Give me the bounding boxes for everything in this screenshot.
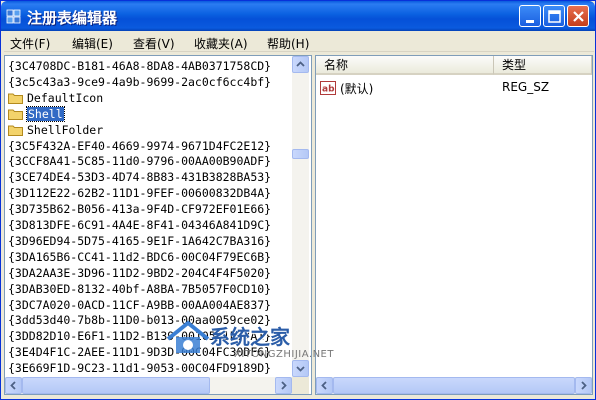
tree-item-label: {3C4708DC-B181-46A8-8DA8-4AB0371758CD} xyxy=(8,59,272,73)
tree-item-label: {3DC7A020-0ACD-11CF-A9BB-00AA004AE837} xyxy=(8,297,272,312)
tree-item[interactable]: {3C5F432A-EF40-4669-9974-9671D4FC2E12} xyxy=(8,139,271,154)
tree-item[interactable]: {3DA2AA3E-3D96-11D2-9BD2-204C4F4F5020} xyxy=(8,266,271,281)
tree-item-label: {3CCF8A41-5C85-11d0-9796-00AA00B90ADF} xyxy=(8,154,272,169)
value-name: (默认) xyxy=(340,82,374,96)
watermark-text: 系统之家 xyxy=(210,325,290,349)
registry-editor-icon xyxy=(6,9,21,24)
tree-item[interactable]: Shell xyxy=(8,105,65,122)
minimize-icon xyxy=(526,20,534,23)
values-scroll-right-button[interactable] xyxy=(575,377,592,394)
tree-item[interactable]: {3D813DFE-6C91-4A4E-8F41-04346A841D9C} xyxy=(8,218,271,233)
title-bar[interactable]: 注册表编辑器 xyxy=(1,1,595,31)
tree-item-label-selected: Shell xyxy=(26,105,65,122)
tree-item-label: {3D735B62-B056-413a-9F4D-CF972EF01E66} xyxy=(8,202,272,217)
folder-icon xyxy=(8,125,23,136)
site-watermark: 系统之家 XITONGZHIJIA.NET xyxy=(164,315,344,371)
tree-item[interactable]: {3D735B62-B056-413a-9F4D-CF972EF01E66} xyxy=(8,202,271,217)
menu-edit[interactable]: 编辑(E) xyxy=(72,35,113,52)
tree-item-label: {3C5F432A-EF40-4669-9974-9671D4FC2E12} xyxy=(8,138,272,153)
tree-item-label: ShellFolder xyxy=(27,122,104,137)
close-button[interactable] xyxy=(567,5,589,27)
horizontal-scroll-thumb[interactable] xyxy=(22,377,210,394)
tree-item[interactable]: ShellFolder xyxy=(8,123,103,138)
tree-item-label: {3c5c43a3-9ce9-4a9b-9699-2ac0cf6cc4bf} xyxy=(8,74,272,89)
values-pane[interactable]: 名称 类型 ab (默认) REG_SZ xyxy=(315,55,593,395)
tree-item-label: {3D96ED94-5D75-4165-9E1F-1A642C7BA316} xyxy=(8,233,272,248)
maximize-button[interactable] xyxy=(543,5,565,27)
arrow-left-icon xyxy=(10,381,16,390)
tree-item[interactable]: {3c5c43a3-9ce9-4a9b-9699-2ac0cf6cc4bf} xyxy=(8,75,271,90)
values-horizontal-scrollbar[interactable] xyxy=(316,377,592,394)
house-logo-icon xyxy=(166,320,210,353)
tree-item[interactable]: DefaultIcon xyxy=(8,91,103,106)
string-value-icon: ab xyxy=(320,81,336,95)
tree-item-label: {3DA2AA3E-3D96-11D2-9BD2-204C4F4F5020} xyxy=(8,265,272,280)
menu-view[interactable]: 查看(V) xyxy=(133,35,175,52)
tree-horizontal-scrollbar[interactable] xyxy=(5,377,292,394)
values-scroll-left-button[interactable] xyxy=(316,377,333,394)
column-header-type[interactable]: 类型 xyxy=(494,56,592,75)
tree-item[interactable]: {3CCF8A41-5C85-11d0-9796-00AA00B90ADF} xyxy=(8,154,271,169)
tree-item[interactable]: {3C4708DC-B181-46A8-8DA8-4AB0371758CD} xyxy=(8,59,271,74)
tree-item-label: {3D112E22-62B2-11D1-9FEF-00600832DB4A} xyxy=(8,186,272,201)
svg-text:ab: ab xyxy=(322,85,335,95)
tree-item-label: {3DA165B6-CC41-11d2-BDC6-00C04F79EC6B} xyxy=(8,249,272,264)
scrollbar-corner xyxy=(292,377,309,394)
close-icon xyxy=(573,11,584,22)
value-type: REG_SZ xyxy=(502,80,550,94)
menu-favorites[interactable]: 收藏夹(A) xyxy=(194,35,248,52)
arrow-right-icon xyxy=(581,381,587,390)
minimize-button[interactable] xyxy=(519,5,541,27)
folder-icon xyxy=(8,93,23,104)
tree-item-label: {3DAB30ED-8132-40bf-A8BA-7B5057F0CD10} xyxy=(8,281,272,296)
tree-item[interactable]: {3D112E22-62B2-11D1-9FEF-00600832DB4A} xyxy=(8,186,271,201)
regedit-window: 注册表编辑器 文件(F) 编辑(E) 查看(V) 收藏夹(A) 帮助(H) {3… xyxy=(0,0,596,400)
tree-item[interactable]: {3D96ED94-5D75-4165-9E1F-1A642C7BA316} xyxy=(8,234,271,249)
arrow-up-icon xyxy=(296,61,305,67)
tree-item-label: DefaultIcon xyxy=(27,90,104,105)
scroll-right-button[interactable] xyxy=(275,377,292,394)
arrow-left-icon xyxy=(321,381,327,390)
tree-item[interactable]: {3DA165B6-CC41-11d2-BDC6-00C04F79EC6B} xyxy=(8,250,271,265)
menu-bar: 文件(F) 编辑(E) 查看(V) 收藏夹(A) 帮助(H) xyxy=(4,32,594,52)
folder-icon xyxy=(8,109,23,120)
tree-item-label: {3CE74DE4-53D3-4D74-8B83-431B3828BA53} xyxy=(8,170,272,185)
watermark-url: XITONGZHIJIA.NET xyxy=(234,349,334,360)
arrow-right-icon xyxy=(281,381,287,390)
scroll-left-button[interactable] xyxy=(5,377,22,394)
menu-file[interactable]: 文件(F) xyxy=(10,35,50,52)
value-row[interactable]: ab (默认) xyxy=(320,80,373,96)
window-title: 注册表编辑器 xyxy=(27,9,118,27)
tree-item[interactable]: {3CE74DE4-53D3-4D74-8B83-431B3828BA53} xyxy=(8,170,271,185)
vertical-scroll-thumb[interactable] xyxy=(292,149,309,159)
column-header-name[interactable]: 名称 xyxy=(316,56,494,75)
values-horizontal-scroll-thumb[interactable] xyxy=(333,377,575,394)
tree-item[interactable]: {3DAB30ED-8132-40bf-A8BA-7B5057F0CD10} xyxy=(8,282,271,297)
scroll-up-button[interactable] xyxy=(292,56,309,73)
tree-item[interactable]: {3DC7A020-0ACD-11CF-A9BB-00AA004AE837} xyxy=(8,298,271,313)
maximize-icon xyxy=(548,10,561,23)
menu-help[interactable]: 帮助(H) xyxy=(267,35,309,52)
tree-item-label: {3D813DFE-6C91-4A4E-8F41-04346A841D9C} xyxy=(8,218,272,232)
